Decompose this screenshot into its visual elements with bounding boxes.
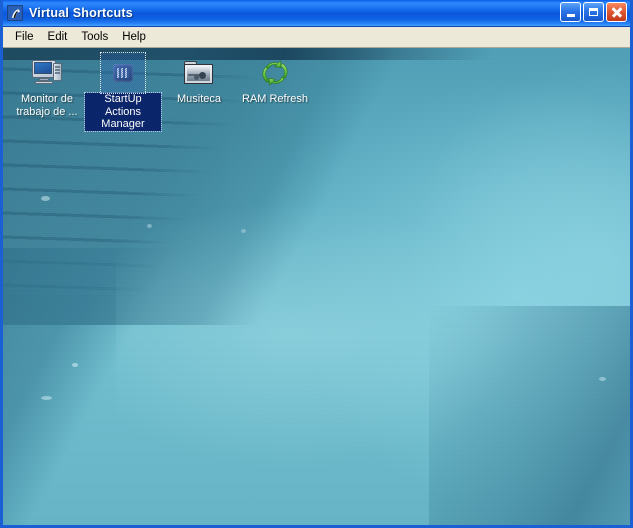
desktop-icon-startup-actions-manager[interactable]: StartUp Actions Manager: [84, 52, 162, 132]
app-icon: [7, 5, 23, 21]
desktop-icon-musiteca[interactable]: Musiteca: [161, 54, 237, 106]
window-controls: [560, 2, 627, 22]
desktop-icon-label: RAM Refresh: [241, 93, 309, 105]
desktop-icon-label: StartUp Actions Manager: [84, 92, 162, 132]
desktop-icon-label: Musiteca: [176, 93, 222, 105]
folder-picture-icon: [181, 56, 217, 90]
refresh-arrows-icon: [257, 56, 293, 90]
minimize-icon: [566, 13, 575, 17]
menu-item-help[interactable]: Help: [115, 29, 153, 46]
window-title: Virtual Shortcuts: [29, 6, 133, 20]
desktop-icon-label: Monitor de trabajo de ...: [16, 93, 78, 118]
maximize-button[interactable]: [583, 2, 604, 22]
desktop-icon-ram-refresh[interactable]: RAM Refresh: [237, 54, 313, 106]
minimize-button[interactable]: [560, 2, 581, 22]
desktop-canvas[interactable]: Monitor de trabajo de ... StartUp Action…: [3, 48, 630, 525]
title-bar[interactable]: Virtual Shortcuts: [3, 0, 630, 27]
maximize-icon: [589, 8, 598, 16]
desktop-icon-monitor-de-trabajo[interactable]: Monitor de trabajo de ...: [9, 54, 85, 118]
menu-bar: File Edit Tools Help: [3, 27, 630, 48]
close-icon: [611, 6, 623, 18]
computer-monitor-icon: [29, 56, 65, 90]
menu-item-file[interactable]: File: [8, 29, 41, 46]
application-window: Virtual Shortcuts File Edit Tools Help M…: [0, 0, 633, 528]
desktop-icon-grid: Monitor de trabajo de ... StartUp Action…: [3, 48, 630, 525]
startup-actions-icon: [100, 52, 146, 94]
menu-item-edit[interactable]: Edit: [41, 29, 75, 46]
menu-item-tools[interactable]: Tools: [74, 29, 115, 46]
close-button[interactable]: [606, 2, 627, 22]
